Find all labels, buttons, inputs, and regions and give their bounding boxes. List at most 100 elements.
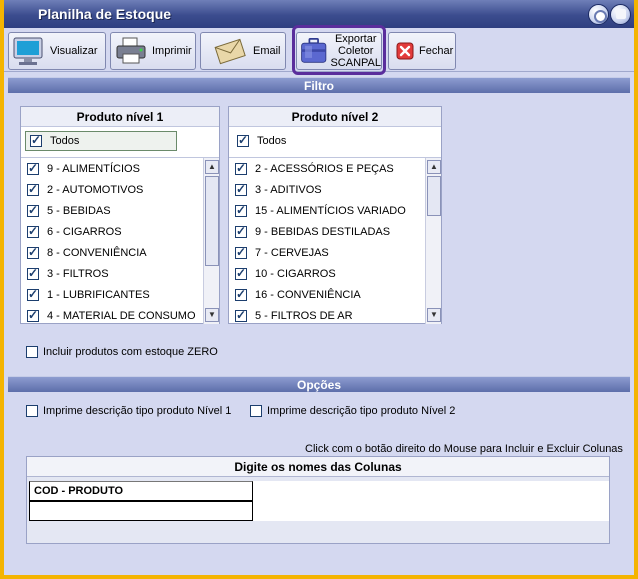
list-item-label: 15 - ALIMENTÍCIOS VARIADO: [255, 205, 406, 217]
list-item-label: 5 - BEBIDAS: [47, 205, 111, 217]
email-label: Email: [253, 45, 281, 57]
nivel1-list: 9 - ALIMENTÍCIOS 2 - AUTOMOTIVOS 5 - BEB…: [21, 157, 219, 324]
imprimir-label: Imprimir: [152, 45, 192, 57]
visualizar-button[interactable]: Visualizar: [8, 32, 106, 70]
checkbox-icon: [26, 405, 38, 417]
list-item-label: 1 - LUBRIFICANTES: [47, 289, 150, 301]
list-item-label: 6 - CIGARROS: [47, 226, 122, 238]
scroll-down-icon[interactable]: ▼: [427, 308, 441, 322]
title-bar: Planilha de Estoque: [4, 0, 634, 28]
checkbox-icon: [27, 182, 39, 196]
visualizar-label: Visualizar: [50, 45, 98, 57]
list-item-label: 9 - ALIMENTÍCIOS: [47, 163, 140, 175]
grid-cell[interactable]: [29, 501, 253, 521]
list-item[interactable]: 3 - ADITIVOS: [235, 182, 322, 198]
todos-nivel1-checkbox[interactable]: Todos: [25, 131, 177, 151]
checkbox-icon: [27, 224, 39, 238]
nivel1-scrollbar[interactable]: ▲ ▼: [203, 158, 219, 324]
produto-nivel2-header: Produto nível 2: [229, 107, 441, 127]
scroll-up-icon[interactable]: ▲: [205, 160, 219, 174]
list-item-label: 2 - ACESSÓRIOS E PEÇAS: [255, 163, 394, 175]
grid-empty-area[interactable]: [253, 481, 609, 521]
list-item[interactable]: 5 - BEBIDAS: [27, 203, 111, 219]
checkbox-icon: [235, 287, 247, 301]
checkbox-icon: [27, 287, 39, 301]
fechar-label: Fechar: [419, 45, 454, 57]
list-item[interactable]: 3 - FILTROS: [27, 266, 109, 282]
list-item[interactable]: 10 - CIGARROS: [235, 266, 336, 282]
fechar-button[interactable]: Fechar: [388, 32, 456, 70]
scroll-thumb[interactable]: [205, 176, 219, 266]
checkbox-icon: [27, 245, 39, 259]
scroll-up-icon[interactable]: ▲: [427, 160, 441, 174]
checkbox-icon: [235, 161, 247, 175]
list-item-label: 8 - CONVENIÊNCIA: [47, 247, 147, 259]
list-item[interactable]: 9 - ALIMENTÍCIOS: [27, 161, 140, 177]
scroll-down-icon[interactable]: ▼: [205, 308, 219, 322]
checkbox-icon: [235, 308, 247, 322]
checkbox-icon: [250, 405, 262, 417]
checkbox-icon: [27, 161, 39, 175]
list-item-label: 5 - FILTROS DE AR: [255, 310, 353, 322]
desc-nivel2-label: Imprime descrição tipo produto Nível 2: [267, 405, 456, 417]
produto-nivel2-panel: Produto nível 2 Todos 2 - ACESSÓRIOS E P…: [228, 106, 442, 324]
column-header-cod-produto[interactable]: COD - PRODUTO: [29, 481, 253, 501]
checkbox-icon: [30, 133, 42, 147]
list-item-label: 16 - CONVENIÊNCIA: [255, 289, 361, 301]
window-title: Planilha de Estoque: [38, 6, 172, 22]
checkbox-icon: [235, 245, 247, 259]
checkbox-icon: [26, 346, 38, 358]
checkbox-icon: [27, 203, 39, 217]
todos-nivel2-label: Todos: [257, 135, 287, 147]
highlight-frame: [292, 25, 386, 75]
checkbox-icon: [27, 308, 39, 322]
checkbox-icon: [235, 203, 247, 217]
desc-nivel1-label: Imprime descrição tipo produto Nível 1: [43, 405, 232, 417]
list-item-label: 2 - AUTOMOTIVOS: [47, 184, 144, 196]
list-item-label: 7 - CERVEJAS: [255, 247, 329, 259]
close-x-icon: [396, 42, 414, 60]
email-button[interactable]: Email: [200, 32, 286, 70]
checkbox-icon: [235, 266, 247, 280]
list-item[interactable]: 7 - CERVEJAS: [235, 245, 329, 261]
list-item-label: 9 - BEBIDAS DESTILADAS: [255, 226, 391, 238]
monitor-icon: [13, 37, 43, 65]
list-item[interactable]: 8 - CONVENIÊNCIA: [27, 245, 147, 261]
desc-nivel2-checkbox[interactable]: Imprime descrição tipo produto Nível 2: [250, 403, 455, 419]
list-item[interactable]: 5 - FILTROS DE AR: [235, 308, 353, 324]
columns-grid-header: Digite os nomes das Colunas: [27, 457, 609, 477]
todos-nivel2-checkbox[interactable]: Todos: [233, 131, 286, 151]
list-item[interactable]: 16 - CONVENIÊNCIA: [235, 287, 361, 303]
list-item[interactable]: 4 - MATERIAL DE CONSUMO: [27, 308, 196, 324]
list-item[interactable]: 2 - ACESSÓRIOS E PEÇAS: [235, 161, 394, 177]
printer-icon: [116, 37, 146, 64]
scroll-thumb[interactable]: [427, 176, 441, 216]
checkbox-icon: [27, 266, 39, 280]
nivel2-list: 2 - ACESSÓRIOS E PEÇAS 3 - ADITIVOS 15 -…: [229, 157, 441, 324]
close-window-button[interactable]: [610, 4, 631, 25]
columns-hint: Click com o botão direito do Mouse para …: [305, 443, 623, 455]
list-item[interactable]: 2 - AUTOMOTIVOS: [27, 182, 143, 198]
columns-grid: Digite os nomes das Colunas COD - PRODUT…: [26, 456, 610, 544]
desc-nivel1-checkbox[interactable]: Imprime descrição tipo produto Nível 1: [26, 403, 231, 419]
list-item-label: 3 - ADITIVOS: [255, 184, 322, 196]
nivel2-scrollbar[interactable]: ▲ ▼: [425, 158, 441, 324]
produto-nivel1-header: Produto nível 1: [21, 107, 219, 127]
list-item-label: 4 - MATERIAL DE CONSUMO: [47, 310, 196, 322]
produto-nivel1-panel: Produto nível 1 Todos 9 - ALIMENTÍCIOS 2…: [20, 106, 220, 324]
estoque-zero-label: Incluir produtos com estoque ZERO: [43, 346, 218, 358]
checkbox-icon: [235, 182, 247, 196]
imprimir-button[interactable]: Imprimir: [110, 32, 196, 70]
list-item[interactable]: 1 - LUBRIFICANTES: [27, 287, 150, 303]
list-item-label: 3 - FILTROS: [47, 268, 109, 280]
list-item[interactable]: 6 - CIGARROS: [27, 224, 122, 240]
list-item-label: 10 - CIGARROS: [255, 268, 336, 280]
list-item[interactable]: 9 - BEBIDAS DESTILADAS: [235, 224, 390, 240]
estoque-zero-checkbox[interactable]: Incluir produtos com estoque ZERO: [26, 344, 218, 360]
filtro-section-header: Filtro: [8, 77, 630, 93]
checkbox-icon: [237, 133, 249, 147]
todos-nivel1-label: Todos: [50, 135, 80, 147]
opcoes-section-header: Opções: [8, 376, 630, 392]
list-item[interactable]: 15 - ALIMENTÍCIOS VARIADO: [235, 203, 406, 219]
minimize-button[interactable]: [588, 4, 609, 25]
